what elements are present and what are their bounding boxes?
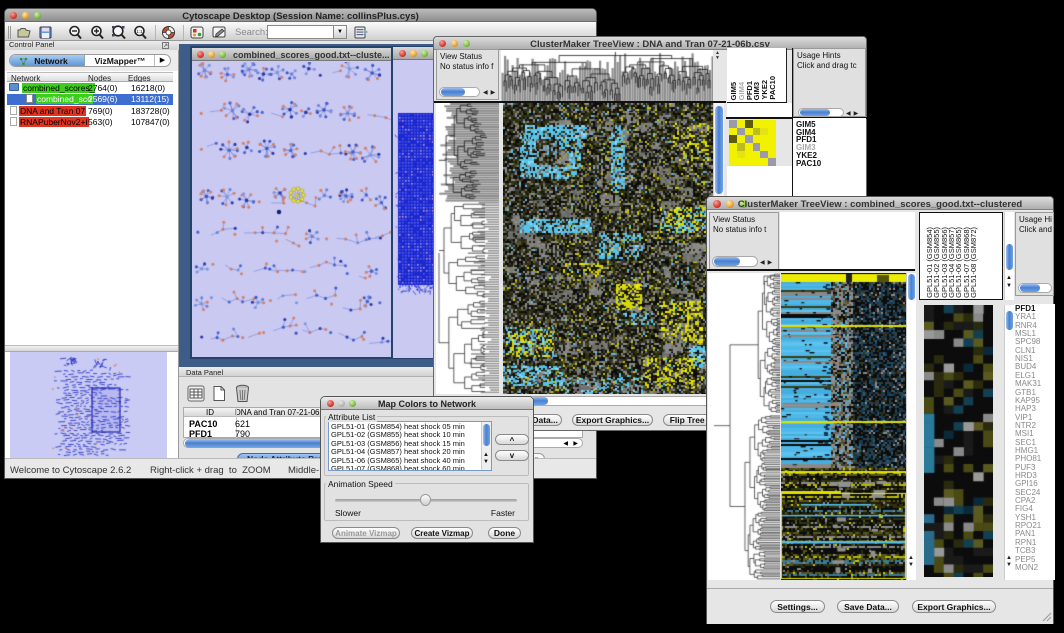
svg-text:1:1: 1:1 (136, 29, 143, 34)
